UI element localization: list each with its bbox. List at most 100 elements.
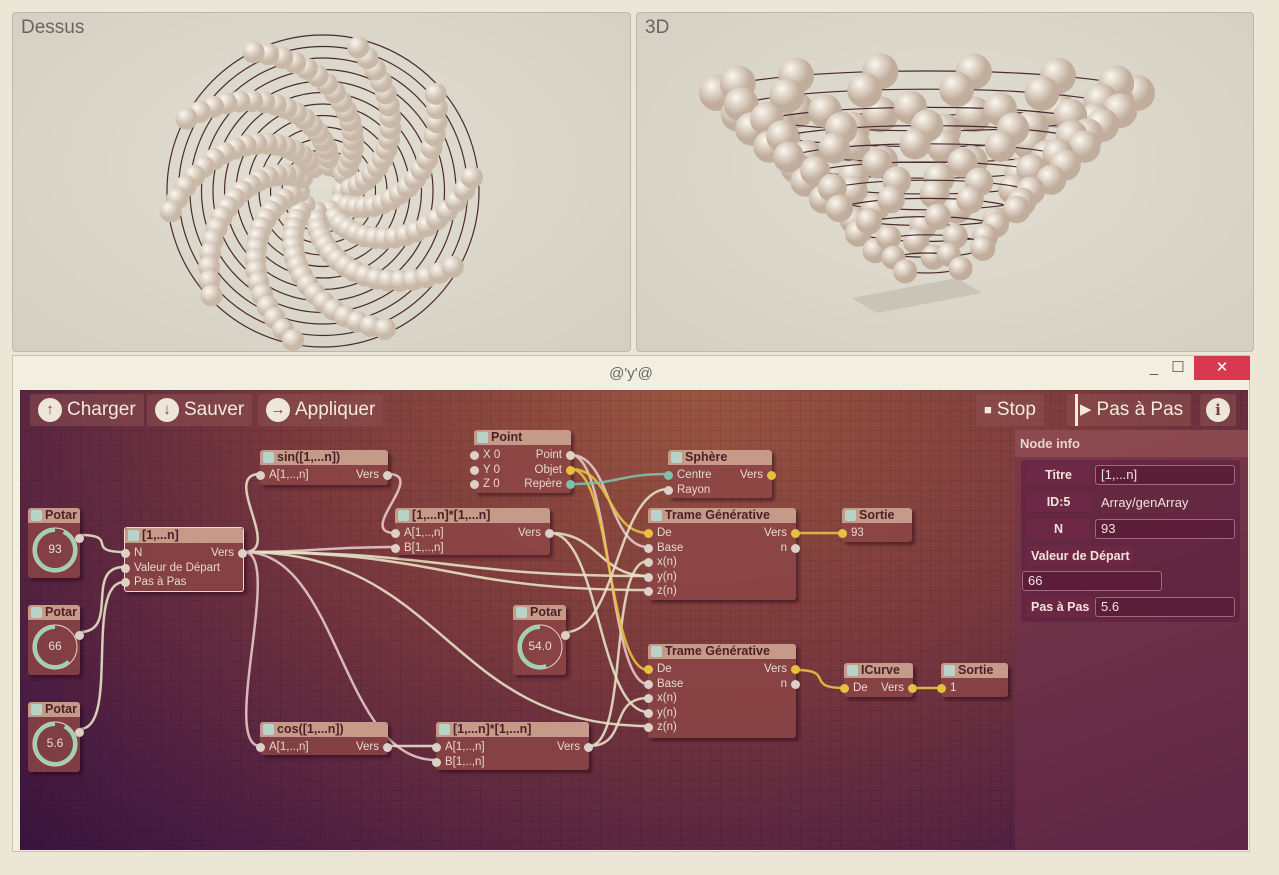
- node-potar54[interactable]: Potar 54.0: [513, 605, 570, 675]
- node-mult2[interactable]: [1,...n]*[1,...n] A[1,..,n] Vers B[1,..,n]: [432, 722, 593, 770]
- sphere: [948, 256, 973, 281]
- node-trame2[interactable]: Trame Générative De Vers Base n x(n) y(n) z(n): [644, 644, 800, 738]
- sphere: [373, 317, 396, 340]
- node-point[interactable]: Point X 0 Point Y 0 Objet Z 0 Repère: [470, 430, 575, 493]
- step-button[interactable]: ▶ Pas à Pas: [1067, 394, 1192, 426]
- output-port[interactable]: [566, 451, 575, 460]
- output-port[interactable]: [238, 549, 247, 558]
- start-input[interactable]: 66: [1022, 571, 1162, 591]
- output-port[interactable]: [584, 743, 593, 752]
- node-sortie2[interactable]: Sortie 1: [937, 663, 1008, 697]
- input-port[interactable]: [644, 708, 653, 718]
- input-port[interactable]: [644, 529, 653, 538]
- input-port[interactable]: [644, 558, 653, 567]
- output-port[interactable]: [791, 529, 800, 538]
- node-title[interactable]: Sphère: [668, 450, 772, 465]
- input-port[interactable]: [432, 757, 441, 767]
- node-title[interactable]: Potar: [28, 508, 80, 523]
- step-input[interactable]: 5.6: [1095, 597, 1235, 617]
- output-port[interactable]: [561, 631, 570, 640]
- input-port[interactable]: [470, 465, 479, 475]
- node-title[interactable]: Trame Générative: [648, 644, 796, 659]
- input-port[interactable]: [470, 451, 479, 460]
- stop-button[interactable]: ■ Stop: [976, 394, 1044, 426]
- output-port[interactable]: [791, 543, 800, 553]
- node-editor[interactable]: Potar 93 Potar 66 Potar 5.6 Potar 54.0 [1,...n] N…: [20, 390, 1248, 850]
- output-port[interactable]: [791, 665, 800, 674]
- top-view-viewport[interactable]: Dessus: [12, 12, 631, 352]
- output-port[interactable]: [75, 728, 84, 737]
- info-button[interactable]: i: [1200, 394, 1236, 426]
- input-port[interactable]: [391, 543, 400, 553]
- input-port-label: A[1,..,n]: [269, 741, 309, 753]
- input-port[interactable]: [664, 485, 673, 495]
- output-port[interactable]: [545, 529, 554, 538]
- node-mult1[interactable]: [1,...n]*[1,...n] A[1,..,n] Vers B[1,..,n]: [391, 508, 554, 555]
- output-port[interactable]: [566, 480, 575, 489]
- node-potar66[interactable]: Potar 66: [28, 605, 84, 675]
- input-port[interactable]: [644, 543, 653, 553]
- node-title[interactable]: ICurve: [844, 663, 913, 678]
- node-title[interactable]: Sortie: [941, 663, 1008, 678]
- node-gen[interactable]: [1,...n] N Vers Valeur de Départ Pas à Pas: [121, 527, 247, 592]
- input-port[interactable]: [256, 471, 265, 480]
- input-port[interactable]: [838, 529, 847, 538]
- appliquer-button[interactable]: → Appliquer: [258, 394, 384, 426]
- output-port[interactable]: [767, 471, 776, 480]
- input-port[interactable]: [432, 743, 441, 752]
- node-port-row: Pas à Pas: [121, 575, 243, 590]
- sauver-button[interactable]: ↓ Sauver: [147, 394, 253, 426]
- node-sphere[interactable]: Sphère Centre Vers Rayon: [664, 450, 776, 498]
- close-button[interactable]: ✕: [1194, 356, 1250, 380]
- node-title[interactable]: Potar: [513, 605, 566, 620]
- node-title[interactable]: Potar: [28, 605, 80, 620]
- output-port-label: Vers: [210, 547, 234, 559]
- input-port[interactable]: [644, 679, 653, 689]
- input-port[interactable]: [121, 563, 130, 573]
- step-icon: ▶: [1075, 394, 1092, 426]
- node-title[interactable]: cos([1,...n]): [260, 722, 388, 737]
- input-port[interactable]: [644, 587, 653, 596]
- node-title[interactable]: [1,...n]*[1,...n]: [436, 722, 589, 737]
- node-sortie1[interactable]: Sortie 93: [838, 508, 912, 542]
- input-port[interactable]: [644, 723, 653, 732]
- input-port[interactable]: [121, 549, 130, 558]
- charger-button[interactable]: ↑ Charger: [30, 394, 144, 426]
- node-title[interactable]: Sortie: [842, 508, 912, 523]
- output-port[interactable]: [383, 743, 392, 752]
- node-title[interactable]: Point: [474, 430, 571, 445]
- node-title[interactable]: [1,...n]: [125, 528, 243, 543]
- 3d-viewport[interactable]: 3D: [636, 12, 1254, 352]
- node-title[interactable]: Trame Générative: [648, 508, 796, 523]
- node-title[interactable]: [1,...n]*[1,...n]: [395, 508, 550, 523]
- node-trame1[interactable]: Trame Générative De Vers Base n x(n) y(n) z(n): [644, 508, 800, 600]
- output-port[interactable]: [566, 465, 575, 475]
- input-port[interactable]: [391, 529, 400, 538]
- node-potar93[interactable]: Potar 93: [28, 508, 84, 578]
- input-port[interactable]: [664, 471, 673, 480]
- input-port[interactable]: [644, 665, 653, 674]
- input-port[interactable]: [644, 572, 653, 582]
- node-port-row: 93: [838, 526, 912, 541]
- node-potar56[interactable]: Potar 5.6: [28, 702, 84, 772]
- output-port[interactable]: [791, 679, 800, 689]
- input-port[interactable]: [121, 578, 130, 587]
- titre-input[interactable]: [1,...n]: [1095, 465, 1235, 485]
- input-port[interactable]: [937, 684, 946, 693]
- node-title[interactable]: sin([1,...n]): [260, 450, 388, 465]
- node-sin[interactable]: sin([1,...n]) A[1,..,n] Vers: [256, 450, 392, 485]
- output-port[interactable]: [383, 471, 392, 480]
- input-port[interactable]: [644, 694, 653, 703]
- node-title[interactable]: Potar: [28, 702, 80, 717]
- node-icurve[interactable]: ICurve De Vers: [840, 663, 917, 697]
- input-port[interactable]: [256, 743, 265, 752]
- input-port[interactable]: [840, 684, 849, 693]
- input-port[interactable]: [470, 480, 479, 489]
- output-port[interactable]: [75, 534, 84, 543]
- node-info-panel: Node info Titre [1,...n] ID:5 Array/genA…: [1015, 430, 1248, 850]
- node-cos[interactable]: cos([1,...n]) A[1,..,n] Vers: [256, 722, 392, 755]
- n-input[interactable]: 93: [1095, 519, 1235, 539]
- title-bar[interactable]: @'y'@ _ ☐ ✕: [13, 356, 1250, 391]
- output-port[interactable]: [908, 684, 917, 693]
- output-port[interactable]: [75, 631, 84, 640]
